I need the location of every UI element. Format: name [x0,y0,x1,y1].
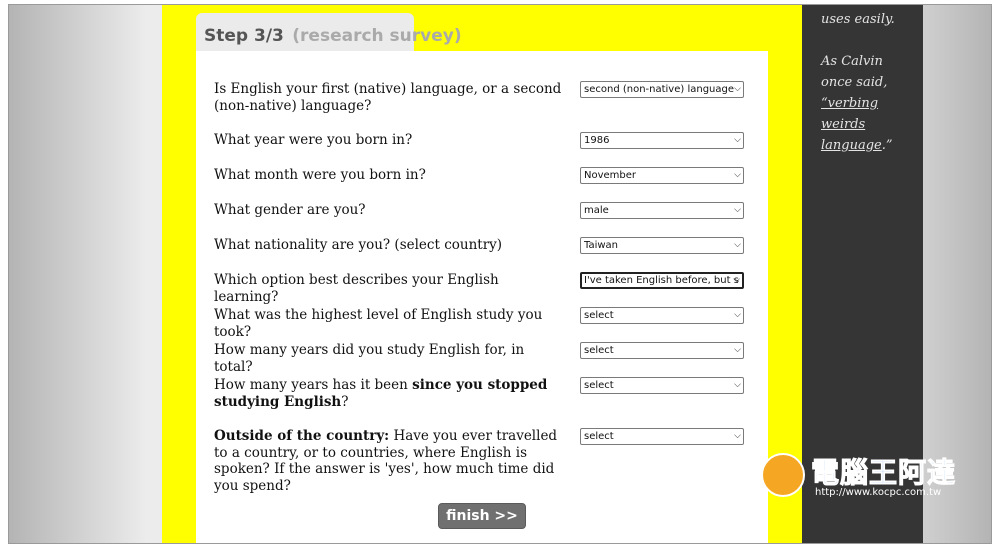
select-value: male [584,205,609,216]
mascot-icon [761,453,805,497]
chevron-down-icon: ⌵ [734,431,741,441]
step-indicator: Step 3/3 [204,26,284,46]
sidebar-quote: As Calvin once said, “verbing weirds lan… [821,54,893,153]
gender-select[interactable]: male ⌵ [580,202,744,219]
question-label: What was the highest level of English st… [214,307,543,340]
select-value: select [584,431,614,442]
birth-year-select[interactable]: 1986 ⌵ [580,132,744,149]
select-value: select [584,310,614,321]
step-tab: Step 3/3 (research survey) [196,13,462,51]
chevron-down-icon: ⌵ [734,84,741,94]
birth-month-select[interactable]: November ⌵ [580,167,744,184]
question-label: What gender are you? [214,202,366,218]
chevron-down-icon: ⌵ [734,240,741,250]
question-label: Outside of the country: Have you ever tr… [214,428,558,494]
highest-level-select[interactable]: select ⌵ [580,307,744,324]
chevron-down-icon: ⌵ [734,205,741,215]
step-subtitle: (research survey) [292,26,462,46]
years-studied-select[interactable]: select ⌵ [580,342,744,359]
select-value: select [584,380,614,391]
select-value: 1986 [584,135,610,146]
question-label: What year were you born in? [214,132,413,148]
question-label: What month were you born in? [214,167,426,183]
quote-link[interactable]: “verbing [821,96,878,111]
chevron-down-icon: ⌵ [733,275,740,285]
chevron-down-icon: ⌵ [734,380,741,390]
question-label: How many years has it been since you sto… [214,377,548,410]
quote-link[interactable]: weirds [821,117,865,132]
quote-link[interactable]: language [821,138,882,153]
select-value: second (non-native) language [584,84,735,95]
finish-button[interactable]: finish >> [438,503,526,529]
chevron-down-icon: ⌵ [734,345,741,355]
question-label: How many years did you study English for… [214,342,525,375]
question-label: Which option best describes your English… [214,272,499,305]
english-learning-select[interactable]: I've taken English before, but s ⌵ [580,272,744,289]
chevron-down-icon: ⌵ [734,170,741,180]
question-label: What nationality are you? (select countr… [214,237,503,253]
watermark-logo: 電腦王阿達 http://www.kocpc.com.tw [761,447,981,507]
native-language-select[interactable]: second (non-native) language ⌵ [580,81,744,98]
select-value: Taiwan [584,240,619,251]
years-since-stopped-select[interactable]: select ⌵ [580,377,744,394]
question-label: Is English your first (native) language,… [214,81,562,114]
select-value: select [584,345,614,356]
select-value: November [584,170,637,181]
select-value: I've taken English before, but s [584,275,739,286]
travel-abroad-select[interactable]: select ⌵ [580,428,744,445]
chevron-down-icon: ⌵ [734,310,741,320]
sidebar-text: uses easily. [821,12,895,27]
chevron-down-icon: ⌵ [734,135,741,145]
browser-viewport: Step 3/3 (research survey) Is English yo… [8,4,992,544]
survey-form: Is English your first (native) language,… [196,51,768,543]
nationality-select[interactable]: Taiwan ⌵ [580,237,744,254]
